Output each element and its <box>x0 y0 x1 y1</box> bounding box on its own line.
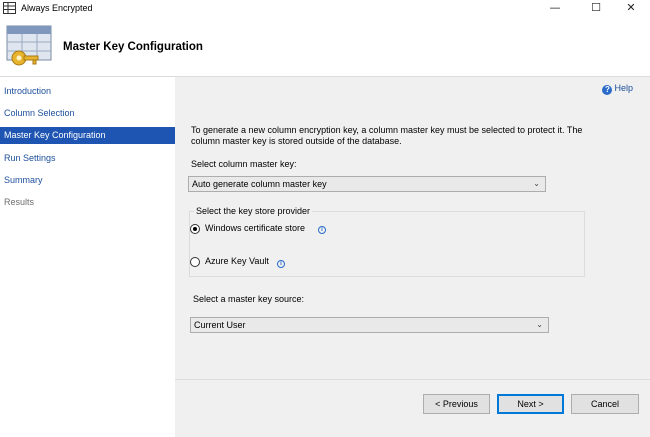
windows-certificate-store-label[interactable]: Windows certificate store <box>205 223 305 233</box>
master-key-source-label: Select a master key source: <box>193 294 305 304</box>
master-key-label: Select column master key: <box>191 159 297 169</box>
maximize-button[interactable]: ☐ <box>579 0 613 16</box>
chevron-down-icon: ⌄ <box>533 179 540 188</box>
master-key-dropdown[interactable]: Auto generate column master key ⌄ <box>188 176 546 192</box>
help-icon: ? <box>602 85 613 95</box>
wizard-sidebar: Introduction Column Selection Master Key… <box>0 77 175 437</box>
description-text: To generate a new column encryption key,… <box>191 125 583 146</box>
title-bar: Always Encrypted — ☐ ✕ <box>0 0 650 18</box>
minimize-button[interactable]: — <box>538 0 572 16</box>
info-icon[interactable]: i <box>277 260 285 268</box>
sidebar-item-master-key-configuration[interactable]: Master Key Configuration <box>0 127 175 144</box>
help-link[interactable]: ? Help <box>602 83 633 95</box>
main-panel: ? Help To generate a new column encryptio… <box>175 77 650 437</box>
sidebar-item-column-selection[interactable]: Column Selection <box>0 105 175 122</box>
master-key-value: Auto generate column master key <box>192 179 327 189</box>
master-key-source-value: Current User <box>194 320 246 330</box>
cancel-button[interactable]: Cancel <box>571 394 639 414</box>
footer-divider <box>175 379 650 380</box>
app-icon <box>3 2 16 14</box>
sidebar-item-summary[interactable]: Summary <box>0 172 175 189</box>
sidebar-item-run-settings[interactable]: Run Settings <box>0 150 175 167</box>
sidebar-item-results: Results <box>4 197 35 207</box>
master-key-icon <box>6 25 52 66</box>
windows-certificate-store-radio[interactable] <box>190 224 200 234</box>
previous-button[interactable]: < Previous <box>423 394 490 414</box>
page-title: Master Key Configuration <box>63 41 203 53</box>
chevron-down-icon: ⌄ <box>536 320 543 329</box>
page-header: Master Key Configuration <box>0 18 650 77</box>
close-button[interactable]: ✕ <box>614 0 648 16</box>
window-title: Always Encrypted <box>21 3 93 13</box>
key-store-provider-group-title: Select the key store provider <box>194 206 313 216</box>
info-icon[interactable]: i <box>318 226 326 234</box>
azure-key-vault-radio[interactable] <box>190 257 200 267</box>
sidebar-item-introduction[interactable]: Introduction <box>0 83 175 100</box>
help-label: Help <box>614 83 633 93</box>
master-key-source-dropdown[interactable]: Current User ⌄ <box>190 317 549 333</box>
key-store-provider-group <box>189 211 585 277</box>
azure-key-vault-label[interactable]: Azure Key Vault <box>205 256 269 266</box>
next-button[interactable]: Next > <box>497 394 564 414</box>
